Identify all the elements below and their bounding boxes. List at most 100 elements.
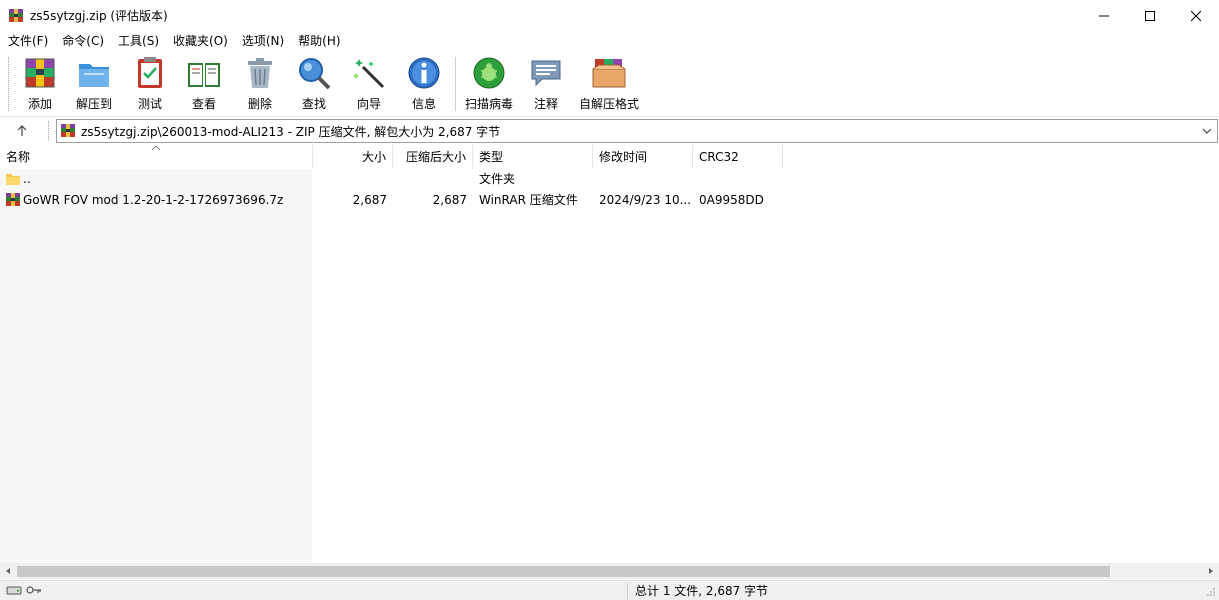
column-header-packed[interactable]: 压缩后大小 <box>393 145 473 169</box>
column-header-crc-label: CRC32 <box>699 150 739 164</box>
maximize-icon <box>1145 10 1155 21</box>
toolbar: 添加 解压到 测试 查看 删除 查找 向导 信息 扫描病毒 注释 自解压格式 <box>0 51 1219 117</box>
window-controls <box>1081 0 1219 31</box>
file-modified: 2024/9/23 10... <box>599 193 691 207</box>
winrar-app-icon <box>9 8 23 22</box>
drive-icon[interactable] <box>6 584 22 596</box>
table-row-parent[interactable]: .. 文件夹 <box>0 169 1219 190</box>
info-button-label: 信息 <box>411 97 436 111</box>
toolbar-grip[interactable] <box>8 57 12 111</box>
column-header-size[interactable]: 大小 <box>313 145 393 169</box>
address-grip <box>48 121 49 141</box>
delete-button[interactable]: 删除 <box>240 55 280 113</box>
trash-icon <box>248 58 272 88</box>
add-button-label: 添加 <box>27 97 52 111</box>
table-row[interactable]: GoWR FOV mod 1.2-20-1-2-1726973696.7z 2,… <box>0 190 1219 211</box>
file-type: WinRAR 压缩文件 <box>479 193 578 207</box>
sort-ascending-icon <box>151 145 161 151</box>
sfx-button[interactable]: 自解压格式 <box>578 55 640 113</box>
column-header-modified[interactable]: 修改时间 <box>593 145 693 169</box>
view-button[interactable]: 查看 <box>182 55 226 113</box>
zip-archive-icon <box>61 124 75 137</box>
file-crc: 0A9958DD <box>699 193 764 207</box>
wizard-wand-icon <box>353 59 385 89</box>
list-header: 名称 大小 压缩后大小 类型 修改时间 CRC32 <box>0 145 1219 169</box>
menu-bar: 文件(F) 命令(C) 工具(S) 收藏夹(O) 选项(N) 帮助(H) <box>0 31 1219 51</box>
address-path: zs5sytzgj.zip\260013-mod-ALI213 - ZIP 压缩… <box>81 124 501 139</box>
test-button-label: 测试 <box>137 97 162 111</box>
scroll-right-button[interactable] <box>1203 563 1219 579</box>
virus-scan-button-label: 扫描病毒 <box>464 97 513 111</box>
folder-icon <box>6 174 20 185</box>
toolbar-separator <box>455 57 456 111</box>
wizard-button[interactable]: 向导 <box>349 55 389 113</box>
status-bar: 总计 1 文件, 2,687 字节 <box>0 580 1219 600</box>
menu-commands[interactable]: 命令(C) <box>55 31 111 51</box>
extract-to-button-label: 解压到 <box>75 97 112 111</box>
menu-help[interactable]: 帮助(H) <box>291 31 347 51</box>
sfx-button-label: 自解压格式 <box>578 97 639 111</box>
test-button[interactable]: 测试 <box>130 55 170 113</box>
virus-scan-icon <box>473 57 505 89</box>
name-column-background <box>0 169 312 563</box>
list-body: .. 文件夹 GoWR FOV mod 1.2-20-1-2-172697369… <box>0 169 1219 211</box>
key-icon[interactable] <box>26 584 42 596</box>
file-name: GoWR FOV mod 1.2-20-1-2-1726973696.7z <box>23 193 284 207</box>
file-name: .. <box>23 172 31 186</box>
sfx-box-icon <box>592 59 626 88</box>
extract-to-button[interactable]: 解压到 <box>72 55 116 113</box>
column-header-name-label: 名称 <box>6 150 31 164</box>
column-header-modified-label: 修改时间 <box>599 150 648 164</box>
add-archive-icon <box>25 58 55 88</box>
horizontal-scrollbar[interactable] <box>0 563 1219 579</box>
close-icon <box>1191 10 1201 21</box>
resize-grip-icon[interactable] <box>1206 587 1216 597</box>
extract-folder-icon <box>79 64 109 87</box>
address-bar: zs5sytzgj.zip\260013-mod-ALI213 - ZIP 压缩… <box>0 117 1219 145</box>
chevron-down-icon[interactable] <box>1201 125 1213 137</box>
up-folder-button[interactable] <box>10 121 34 141</box>
delete-button-label: 删除 <box>247 97 272 111</box>
arrow-up-icon <box>17 125 27 136</box>
file-type: 文件夹 <box>479 172 516 186</box>
comment-icon <box>531 60 561 87</box>
info-icon <box>408 57 440 89</box>
minimize-icon <box>1099 15 1109 16</box>
status-icons <box>6 584 42 596</box>
column-header-type[interactable]: 类型 <box>473 145 593 169</box>
close-button[interactable] <box>1173 0 1219 31</box>
menu-file[interactable]: 文件(F) <box>0 31 55 51</box>
address-field[interactable]: zs5sytzgj.zip\260013-mod-ALI213 - ZIP 压缩… <box>56 119 1218 143</box>
column-header-size-label: 大小 <box>361 150 386 164</box>
rar-archive-icon <box>6 193 20 206</box>
comment-button-label: 注释 <box>533 97 558 111</box>
add-button[interactable]: 添加 <box>20 55 60 113</box>
column-header-type-label: 类型 <box>479 150 504 164</box>
chevron-left-icon <box>6 568 10 574</box>
file-packed-size: 2,687 <box>432 193 467 207</box>
comment-button[interactable]: 注释 <box>526 55 566 113</box>
file-list: 名称 大小 压缩后大小 类型 修改时间 CRC32 .. 文件夹 GoWR FO… <box>0 145 1219 563</box>
scroll-thumb[interactable] <box>17 566 1110 577</box>
column-header-crc[interactable]: CRC32 <box>693 145 783 169</box>
column-header-packed-label: 压缩后大小 <box>405 150 466 164</box>
find-button-label: 查找 <box>301 97 326 111</box>
view-book-icon <box>188 63 220 87</box>
wizard-button-label: 向导 <box>356 97 381 111</box>
window-title: zs5sytzgj.zip (评估版本) <box>30 9 168 23</box>
find-button[interactable]: 查找 <box>294 55 334 113</box>
minimize-button[interactable] <box>1081 0 1127 31</box>
title-bar: zs5sytzgj.zip (评估版本) <box>0 0 1219 31</box>
menu-options[interactable]: 选项(N) <box>235 31 291 51</box>
file-size: 2,687 <box>352 193 387 207</box>
virus-scan-button[interactable]: 扫描病毒 <box>462 55 516 113</box>
scroll-left-button[interactable] <box>0 563 16 579</box>
menu-tools[interactable]: 工具(S) <box>111 31 166 51</box>
maximize-button[interactable] <box>1127 0 1173 31</box>
magnifier-icon <box>299 58 331 90</box>
chevron-right-icon <box>1209 568 1213 574</box>
test-clipboard-icon <box>138 57 162 88</box>
status-summary: 总计 1 文件, 2,687 字节 <box>635 584 769 598</box>
info-button[interactable]: 信息 <box>404 55 444 113</box>
menu-favorites[interactable]: 收藏夹(O) <box>166 31 235 51</box>
